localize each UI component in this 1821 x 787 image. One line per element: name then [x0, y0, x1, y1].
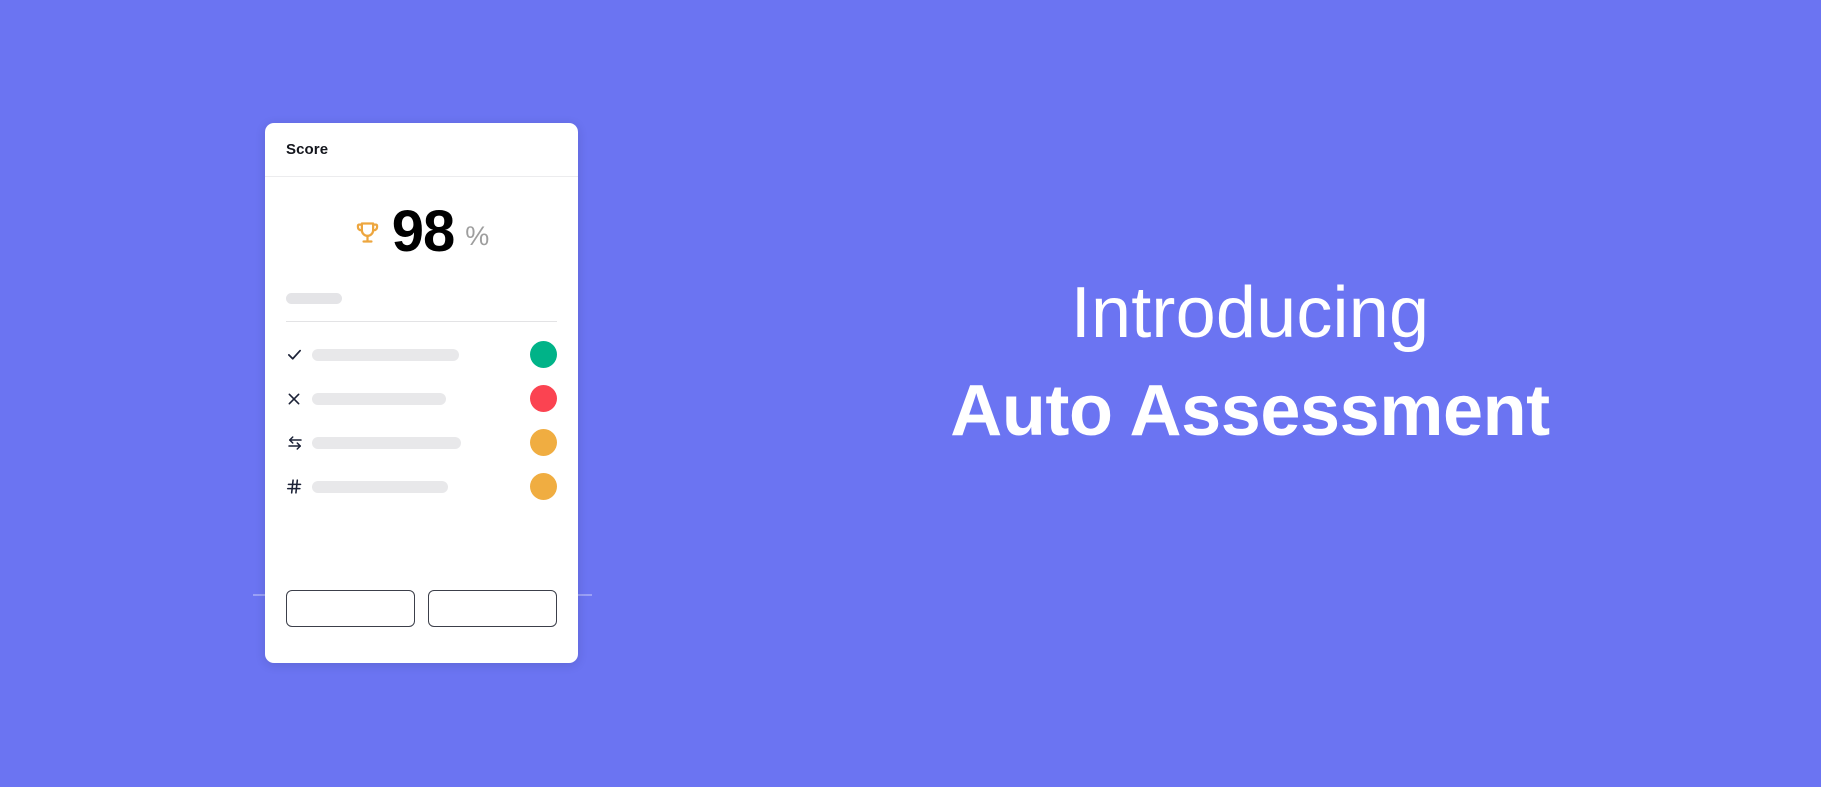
score-unit: %	[465, 220, 490, 251]
status-dot-amber	[530, 429, 557, 456]
close-x-icon	[286, 391, 312, 407]
summary-placeholder-bar	[286, 293, 342, 304]
list-item-text-placeholder	[312, 480, 448, 493]
hash-icon	[286, 478, 312, 495]
list-item[interactable]	[286, 473, 557, 500]
secondary-button-right[interactable]	[428, 590, 557, 627]
headline-line-product-name: Auto Assessment	[950, 370, 1550, 451]
headline: Introducing Auto Assessment	[880, 270, 1620, 456]
secondary-button-row	[286, 590, 557, 627]
secondary-button-left[interactable]	[286, 590, 415, 627]
status-dot-green	[530, 341, 557, 368]
headline-line-introducing: Introducing	[1070, 273, 1430, 353]
assessment-list	[265, 322, 578, 500]
score-card: Score 98 %	[265, 123, 578, 663]
trophy-icon	[354, 219, 381, 251]
score-display: 98 %	[265, 177, 578, 293]
list-item[interactable]	[286, 429, 557, 456]
list-item-text-placeholder	[312, 392, 446, 405]
list-item-text-placeholder	[312, 436, 461, 449]
list-item[interactable]	[286, 341, 557, 368]
summary-placeholder-row	[265, 293, 578, 304]
list-item[interactable]	[286, 385, 557, 412]
swap-arrows-icon	[286, 434, 312, 452]
list-item-text-placeholder	[312, 348, 459, 361]
score-value: 98	[391, 199, 456, 264]
card-title: Score	[286, 141, 329, 158]
promo-banner: Score 98 % Introducing Auto Assessment	[0, 0, 1821, 787]
status-dot-red	[530, 385, 557, 412]
card-header: Score	[265, 123, 578, 177]
check-icon	[286, 346, 312, 363]
status-dot-amber	[530, 473, 557, 500]
